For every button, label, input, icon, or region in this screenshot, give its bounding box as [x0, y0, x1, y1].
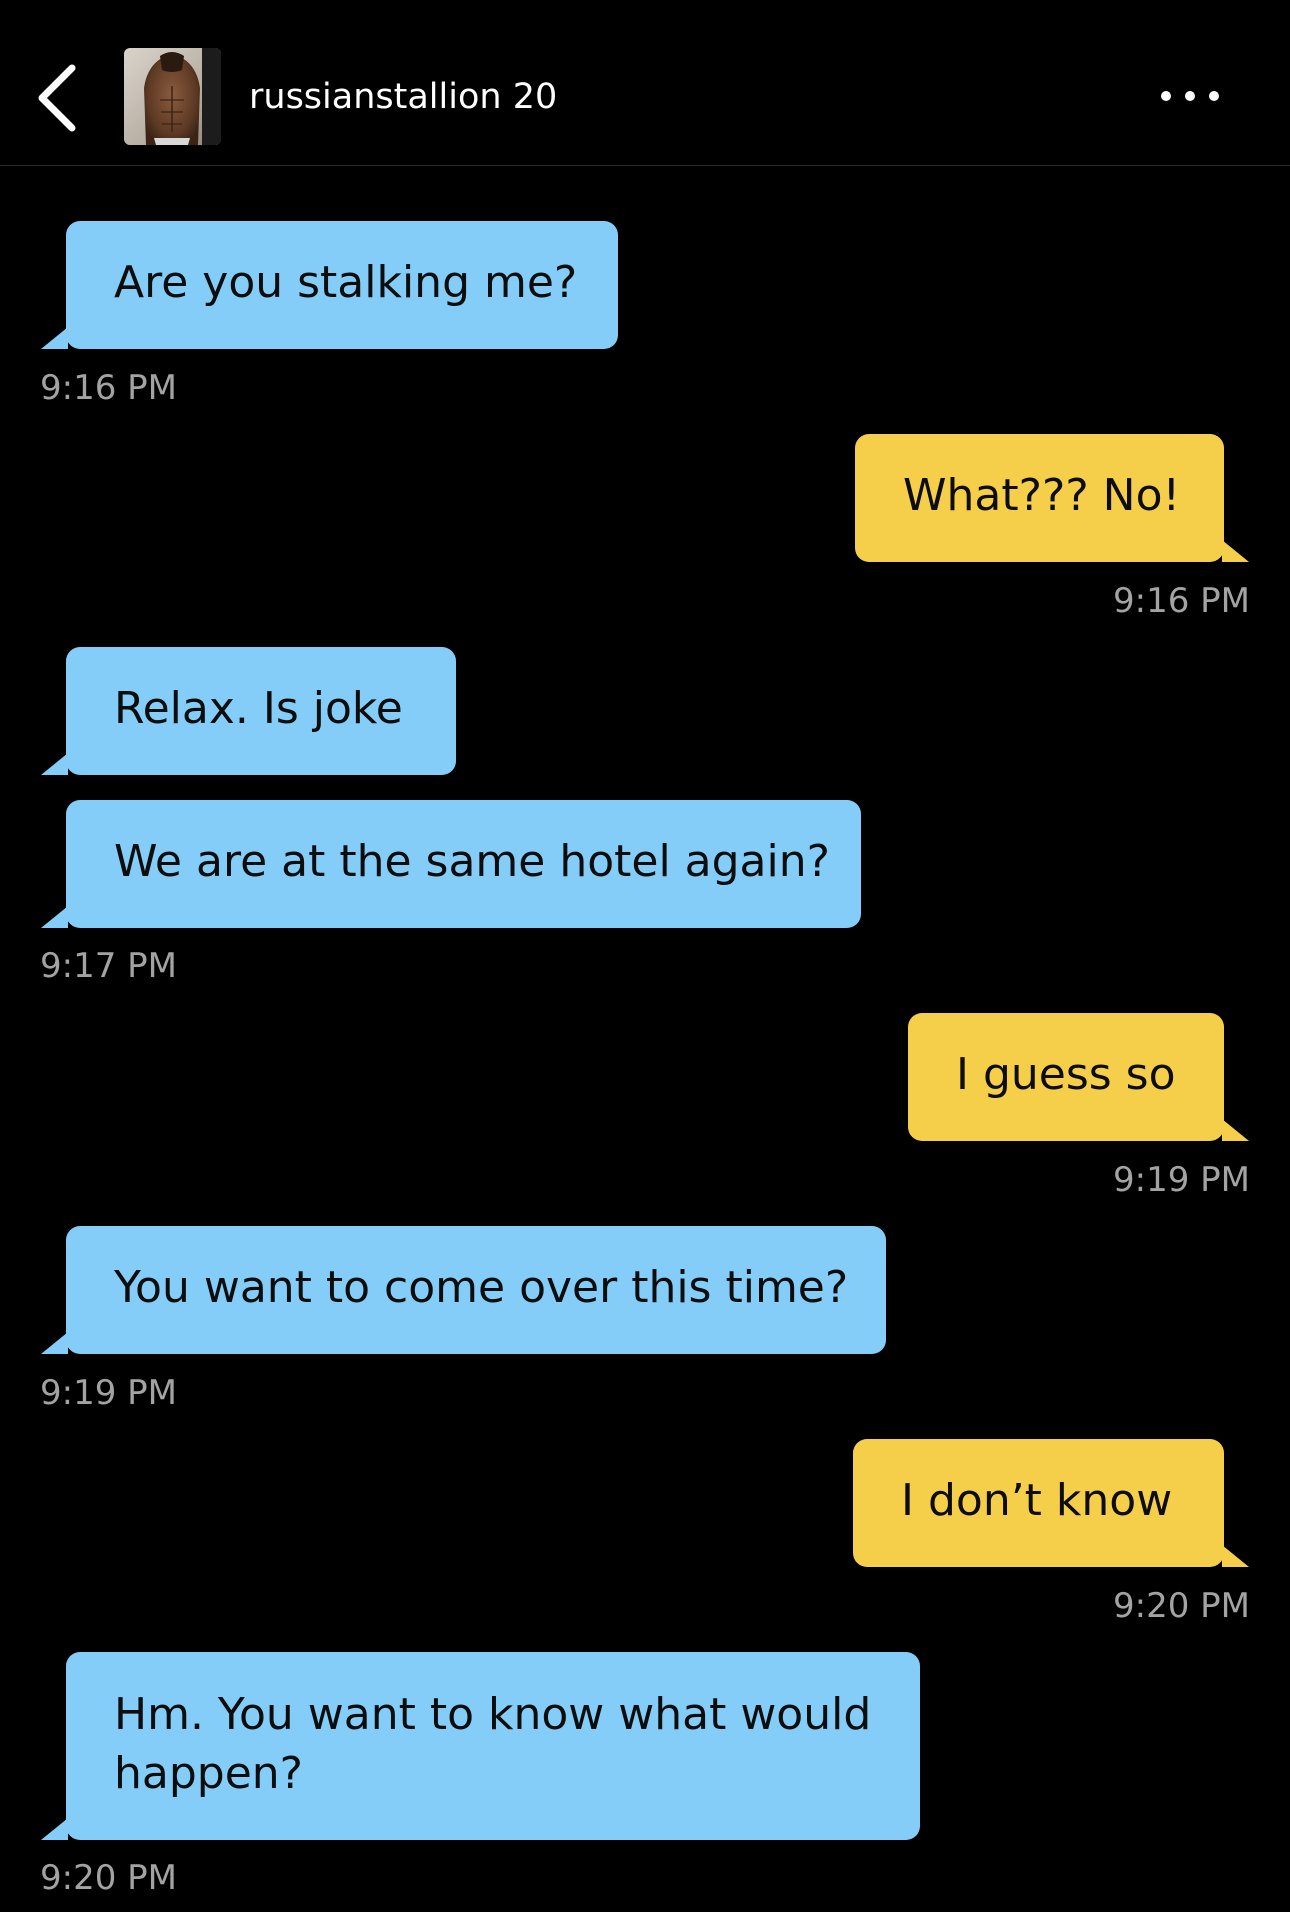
message-timestamp: 9:17 PM	[40, 946, 177, 986]
message-text: Hm. You want to know what would happen?	[114, 1689, 872, 1799]
more-options-button[interactable]	[1155, 78, 1225, 114]
message-bubble-outgoing[interactable]: I don’t know	[853, 1439, 1224, 1567]
message-timestamp: 9:16 PM	[1113, 581, 1250, 621]
avatar[interactable]	[124, 48, 221, 145]
bubble-tail	[1222, 540, 1249, 562]
message-text: We are at the same hotel again?	[114, 836, 830, 887]
more-horizontal-icon	[1161, 91, 1219, 101]
message-timestamp: 9:20 PM	[40, 1858, 177, 1898]
message-timestamp: 9:20 PM	[1113, 1586, 1250, 1626]
message-text: Relax. Is joke	[114, 683, 403, 734]
chat-header: russianstallion 20	[0, 0, 1290, 166]
message-bubble-outgoing[interactable]: I guess so	[908, 1013, 1224, 1141]
bubble-tail	[41, 753, 68, 775]
message-bubble-incoming[interactable]: Hm. You want to know what would happen?	[66, 1652, 920, 1840]
message-timestamp: 9:19 PM	[40, 1373, 177, 1413]
message-timestamp: 9:19 PM	[1113, 1160, 1250, 1200]
chevron-left-icon	[38, 64, 76, 132]
back-button[interactable]	[28, 52, 98, 142]
bubble-tail	[1222, 1545, 1249, 1567]
message-text: I guess so	[956, 1049, 1176, 1100]
message-bubble-incoming[interactable]: Relax. Is joke	[66, 647, 456, 775]
bubble-tail	[41, 906, 68, 928]
message-text: You want to come over this time?	[114, 1262, 849, 1313]
bubble-tail	[41, 1332, 68, 1354]
message-text: What??? No!	[903, 470, 1181, 521]
bubble-tail	[1222, 1119, 1249, 1141]
message-timestamp: 9:16 PM	[40, 368, 177, 408]
bubble-tail	[41, 327, 68, 349]
message-bubble-incoming[interactable]: We are at the same hotel again?	[66, 800, 861, 928]
message-text: I don’t know	[901, 1475, 1173, 1526]
message-bubble-incoming[interactable]: You want to come over this time?	[66, 1226, 886, 1354]
message-bubble-outgoing[interactable]: What??? No!	[855, 434, 1224, 562]
message-text: Are you stalking me?	[114, 257, 578, 308]
bubble-tail	[41, 1818, 68, 1840]
message-bubble-incoming[interactable]: Are you stalking me?	[66, 221, 618, 349]
chat-username[interactable]: russianstallion 20	[249, 75, 557, 119]
avatar-photo	[124, 48, 221, 145]
